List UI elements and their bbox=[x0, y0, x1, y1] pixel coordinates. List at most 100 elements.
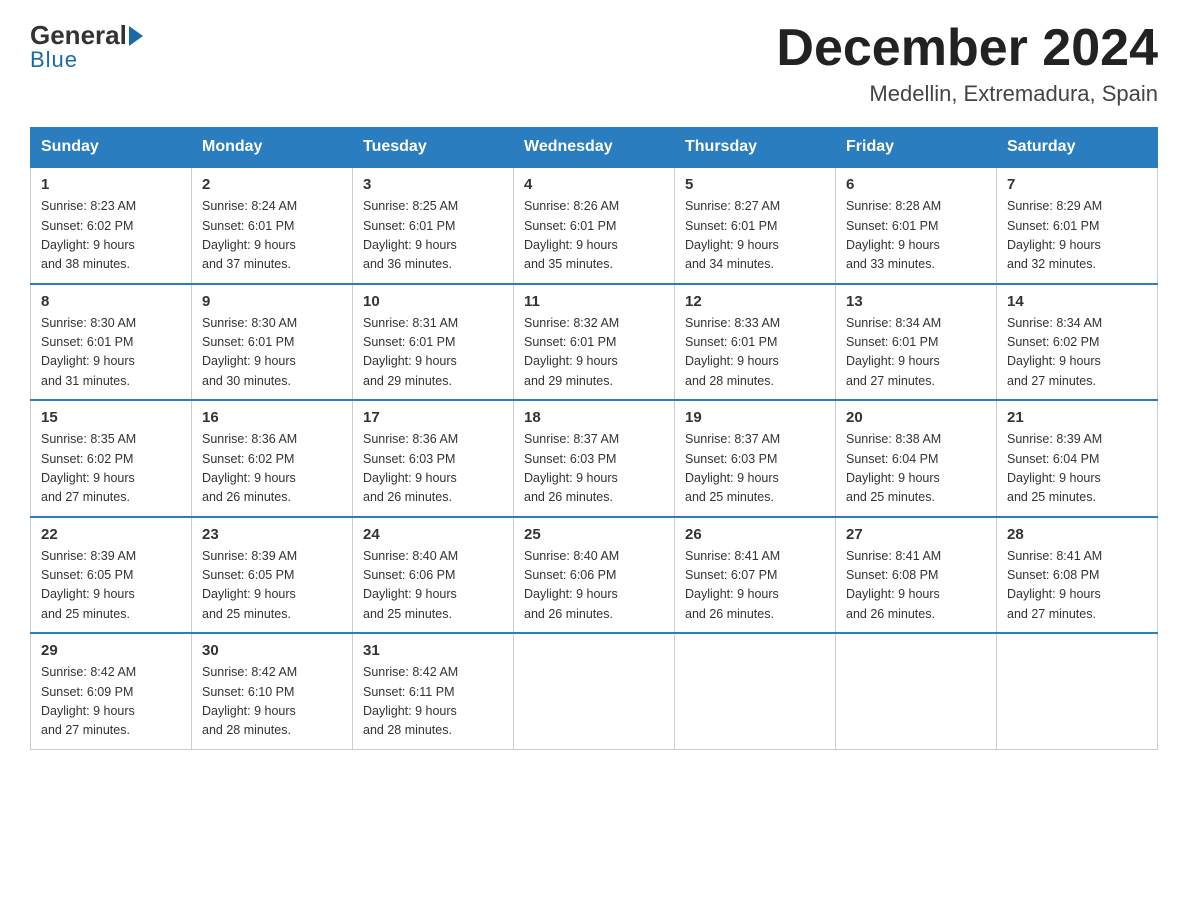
day-number: 30 bbox=[202, 642, 342, 659]
day-number: 2 bbox=[202, 176, 342, 193]
day-number: 10 bbox=[363, 293, 503, 310]
calendar-week-row-1: 1 Sunrise: 8:23 AMSunset: 6:02 PMDayligh… bbox=[31, 167, 1158, 284]
day-number: 31 bbox=[363, 642, 503, 659]
day-number: 13 bbox=[846, 293, 986, 310]
calendar-day-26: 26 Sunrise: 8:41 AMSunset: 6:07 PMDaylig… bbox=[675, 517, 836, 634]
month-title: December 2024 bbox=[776, 20, 1158, 77]
calendar-day-31: 31 Sunrise: 8:42 AMSunset: 6:11 PMDaylig… bbox=[353, 633, 514, 749]
day-number: 8 bbox=[41, 293, 181, 310]
calendar-day-9: 9 Sunrise: 8:30 AMSunset: 6:01 PMDayligh… bbox=[192, 284, 353, 401]
day-info: Sunrise: 8:34 AMSunset: 6:02 PMDaylight:… bbox=[1007, 316, 1102, 388]
calendar-day-3: 3 Sunrise: 8:25 AMSunset: 6:01 PMDayligh… bbox=[353, 167, 514, 284]
calendar-week-row-3: 15 Sunrise: 8:35 AMSunset: 6:02 PMDaylig… bbox=[31, 400, 1158, 517]
calendar-day-28: 28 Sunrise: 8:41 AMSunset: 6:08 PMDaylig… bbox=[997, 517, 1158, 634]
calendar-header-tuesday: Tuesday bbox=[353, 128, 514, 168]
day-info: Sunrise: 8:28 AMSunset: 6:01 PMDaylight:… bbox=[846, 199, 941, 271]
calendar-day-25: 25 Sunrise: 8:40 AMSunset: 6:06 PMDaylig… bbox=[514, 517, 675, 634]
day-number: 21 bbox=[1007, 409, 1147, 426]
calendar-day-11: 11 Sunrise: 8:32 AMSunset: 6:01 PMDaylig… bbox=[514, 284, 675, 401]
day-info: Sunrise: 8:41 AMSunset: 6:08 PMDaylight:… bbox=[1007, 549, 1102, 621]
day-info: Sunrise: 8:30 AMSunset: 6:01 PMDaylight:… bbox=[41, 316, 136, 388]
day-info: Sunrise: 8:31 AMSunset: 6:01 PMDaylight:… bbox=[363, 316, 458, 388]
calendar-empty-cell bbox=[675, 633, 836, 749]
calendar-day-2: 2 Sunrise: 8:24 AMSunset: 6:01 PMDayligh… bbox=[192, 167, 353, 284]
calendar-day-23: 23 Sunrise: 8:39 AMSunset: 6:05 PMDaylig… bbox=[192, 517, 353, 634]
day-info: Sunrise: 8:27 AMSunset: 6:01 PMDaylight:… bbox=[685, 199, 780, 271]
calendar-week-row-4: 22 Sunrise: 8:39 AMSunset: 6:05 PMDaylig… bbox=[31, 517, 1158, 634]
calendar-header-monday: Monday bbox=[192, 128, 353, 168]
day-info: Sunrise: 8:40 AMSunset: 6:06 PMDaylight:… bbox=[363, 549, 458, 621]
day-info: Sunrise: 8:39 AMSunset: 6:05 PMDaylight:… bbox=[202, 549, 297, 621]
logo-blue-text: Blue bbox=[30, 47, 78, 73]
calendar-day-12: 12 Sunrise: 8:33 AMSunset: 6:01 PMDaylig… bbox=[675, 284, 836, 401]
calendar-day-4: 4 Sunrise: 8:26 AMSunset: 6:01 PMDayligh… bbox=[514, 167, 675, 284]
calendar-day-17: 17 Sunrise: 8:36 AMSunset: 6:03 PMDaylig… bbox=[353, 400, 514, 517]
day-info: Sunrise: 8:29 AMSunset: 6:01 PMDaylight:… bbox=[1007, 199, 1102, 271]
calendar-day-22: 22 Sunrise: 8:39 AMSunset: 6:05 PMDaylig… bbox=[31, 517, 192, 634]
calendar-day-27: 27 Sunrise: 8:41 AMSunset: 6:08 PMDaylig… bbox=[836, 517, 997, 634]
day-number: 24 bbox=[363, 526, 503, 543]
calendar-header-friday: Friday bbox=[836, 128, 997, 168]
calendar-day-8: 8 Sunrise: 8:30 AMSunset: 6:01 PMDayligh… bbox=[31, 284, 192, 401]
day-info: Sunrise: 8:34 AMSunset: 6:01 PMDaylight:… bbox=[846, 316, 941, 388]
day-info: Sunrise: 8:42 AMSunset: 6:11 PMDaylight:… bbox=[363, 665, 458, 737]
calendar-header-saturday: Saturday bbox=[997, 128, 1158, 168]
day-info: Sunrise: 8:42 AMSunset: 6:10 PMDaylight:… bbox=[202, 665, 297, 737]
day-number: 26 bbox=[685, 526, 825, 543]
calendar-day-21: 21 Sunrise: 8:39 AMSunset: 6:04 PMDaylig… bbox=[997, 400, 1158, 517]
logo: General Blue bbox=[30, 20, 143, 73]
location-title: Medellin, Extremadura, Spain bbox=[776, 81, 1158, 107]
logo-triangle-icon bbox=[129, 26, 143, 46]
day-number: 3 bbox=[363, 176, 503, 193]
day-info: Sunrise: 8:41 AMSunset: 6:08 PMDaylight:… bbox=[846, 549, 941, 621]
day-info: Sunrise: 8:39 AMSunset: 6:05 PMDaylight:… bbox=[41, 549, 136, 621]
day-info: Sunrise: 8:32 AMSunset: 6:01 PMDaylight:… bbox=[524, 316, 619, 388]
day-info: Sunrise: 8:25 AMSunset: 6:01 PMDaylight:… bbox=[363, 199, 458, 271]
day-number: 18 bbox=[524, 409, 664, 426]
day-number: 25 bbox=[524, 526, 664, 543]
day-number: 4 bbox=[524, 176, 664, 193]
day-number: 11 bbox=[524, 293, 664, 310]
day-info: Sunrise: 8:24 AMSunset: 6:01 PMDaylight:… bbox=[202, 199, 297, 271]
day-info: Sunrise: 8:35 AMSunset: 6:02 PMDaylight:… bbox=[41, 432, 136, 504]
day-number: 15 bbox=[41, 409, 181, 426]
day-info: Sunrise: 8:37 AMSunset: 6:03 PMDaylight:… bbox=[685, 432, 780, 504]
calendar-week-row-5: 29 Sunrise: 8:42 AMSunset: 6:09 PMDaylig… bbox=[31, 633, 1158, 749]
calendar-day-18: 18 Sunrise: 8:37 AMSunset: 6:03 PMDaylig… bbox=[514, 400, 675, 517]
day-info: Sunrise: 8:39 AMSunset: 6:04 PMDaylight:… bbox=[1007, 432, 1102, 504]
day-info: Sunrise: 8:42 AMSunset: 6:09 PMDaylight:… bbox=[41, 665, 136, 737]
calendar-empty-cell bbox=[514, 633, 675, 749]
day-number: 29 bbox=[41, 642, 181, 659]
day-info: Sunrise: 8:23 AMSunset: 6:02 PMDaylight:… bbox=[41, 199, 136, 271]
day-number: 7 bbox=[1007, 176, 1147, 193]
day-number: 27 bbox=[846, 526, 986, 543]
calendar-day-19: 19 Sunrise: 8:37 AMSunset: 6:03 PMDaylig… bbox=[675, 400, 836, 517]
calendar-day-30: 30 Sunrise: 8:42 AMSunset: 6:10 PMDaylig… bbox=[192, 633, 353, 749]
calendar-day-5: 5 Sunrise: 8:27 AMSunset: 6:01 PMDayligh… bbox=[675, 167, 836, 284]
day-info: Sunrise: 8:33 AMSunset: 6:01 PMDaylight:… bbox=[685, 316, 780, 388]
day-number: 6 bbox=[846, 176, 986, 193]
title-area: December 2024 Medellin, Extremadura, Spa… bbox=[776, 20, 1158, 107]
day-info: Sunrise: 8:40 AMSunset: 6:06 PMDaylight:… bbox=[524, 549, 619, 621]
calendar-week-row-2: 8 Sunrise: 8:30 AMSunset: 6:01 PMDayligh… bbox=[31, 284, 1158, 401]
calendar-day-7: 7 Sunrise: 8:29 AMSunset: 6:01 PMDayligh… bbox=[997, 167, 1158, 284]
calendar-day-1: 1 Sunrise: 8:23 AMSunset: 6:02 PMDayligh… bbox=[31, 167, 192, 284]
day-number: 12 bbox=[685, 293, 825, 310]
day-number: 1 bbox=[41, 176, 181, 193]
day-number: 22 bbox=[41, 526, 181, 543]
day-info: Sunrise: 8:37 AMSunset: 6:03 PMDaylight:… bbox=[524, 432, 619, 504]
day-number: 23 bbox=[202, 526, 342, 543]
calendar-day-15: 15 Sunrise: 8:35 AMSunset: 6:02 PMDaylig… bbox=[31, 400, 192, 517]
page-header: General Blue December 2024 Medellin, Ext… bbox=[30, 20, 1158, 107]
day-number: 5 bbox=[685, 176, 825, 193]
day-number: 19 bbox=[685, 409, 825, 426]
calendar-day-13: 13 Sunrise: 8:34 AMSunset: 6:01 PMDaylig… bbox=[836, 284, 997, 401]
calendar-day-29: 29 Sunrise: 8:42 AMSunset: 6:09 PMDaylig… bbox=[31, 633, 192, 749]
calendar-empty-cell bbox=[997, 633, 1158, 749]
day-number: 14 bbox=[1007, 293, 1147, 310]
day-number: 16 bbox=[202, 409, 342, 426]
calendar-header-thursday: Thursday bbox=[675, 128, 836, 168]
day-info: Sunrise: 8:38 AMSunset: 6:04 PMDaylight:… bbox=[846, 432, 941, 504]
calendar-header-sunday: Sunday bbox=[31, 128, 192, 168]
day-number: 9 bbox=[202, 293, 342, 310]
